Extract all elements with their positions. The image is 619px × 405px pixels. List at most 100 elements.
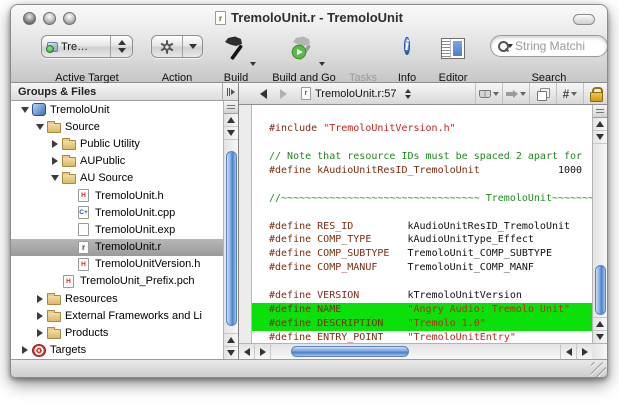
code-line[interactable]: #define RES_ID kAudioUnitResID_TremoloUn… — [252, 220, 592, 234]
code-line[interactable]: #define COMP_TYPE kAudioUnitType_Effect — [252, 233, 592, 247]
columns-toggle-icon[interactable] — [222, 83, 238, 100]
code-line[interactable]: //~~~~~~~~~~~~~~~~~~~~~~~~~~~~~~~~~ Trem… — [252, 192, 592, 206]
code-line[interactable] — [252, 275, 592, 289]
code-line[interactable] — [252, 136, 592, 150]
editor-scroll-up-bottom[interactable] — [593, 317, 607, 330]
resize-grip[interactable] — [591, 362, 606, 377]
sidebar-scrollbar[interactable] — [223, 101, 238, 359]
search-icon — [497, 40, 506, 53]
code-area[interactable]: #include <AudioUnit/AudioUnit.r> #includ… — [252, 105, 592, 343]
code-line[interactable] — [252, 108, 592, 122]
search-field[interactable] — [490, 35, 608, 57]
toolbar-pill-button[interactable] — [573, 14, 595, 25]
sidebar-scroll-up[interactable] — [224, 114, 238, 127]
hscroll-right[interactable] — [255, 344, 271, 359]
code-line[interactable]: #define NAME "Angry Audio: Tremolo Unit" — [252, 303, 592, 317]
sidebar-scroll-up-bottom[interactable] — [224, 333, 238, 346]
code-line[interactable] — [252, 178, 592, 192]
line-stepper[interactable] — [405, 89, 411, 99]
history-forward-button[interactable] — [273, 86, 293, 102]
editor-scroll-up[interactable] — [593, 118, 607, 131]
disclosure-triangle[interactable] — [34, 329, 46, 337]
hscroll-thumb[interactable] — [291, 346, 409, 357]
tree-row-source[interactable]: Source — [11, 118, 223, 135]
tree-row-products[interactable]: Products — [11, 324, 223, 341]
build-and-go-menu-arrow[interactable] — [319, 62, 325, 66]
disclosure-triangle[interactable] — [34, 312, 46, 320]
editor-button[interactable] — [441, 35, 465, 59]
tree-row-external-frameworks-and-li[interactable]: External Frameworks and Li — [11, 307, 223, 324]
tree-row-tremolounit-r[interactable]: rTremoloUnit.r — [11, 239, 223, 256]
breakpoints-popup[interactable] — [502, 83, 529, 104]
code-line[interactable]: #define kAudioUnitResID_TremoloUnit 1000 — [252, 164, 592, 178]
build-and-go-button[interactable] — [289, 35, 319, 68]
code-line[interactable]: #define COMP_SUBTYPE TremoloUnit_COMP_SU… — [252, 247, 592, 261]
code-line[interactable]: #define VERSION kTremoloUnitVersion — [252, 289, 592, 303]
active-target-popup[interactable]: Tre… — [41, 35, 133, 58]
code-line[interactable] — [252, 206, 592, 220]
info-button[interactable]: i — [404, 35, 410, 57]
code-line[interactable]: // Note that resource IDs must be spaced… — [252, 150, 592, 164]
editor-scrollbar[interactable] — [592, 105, 607, 343]
tree-row-label: External Frameworks and Li — [65, 310, 202, 322]
tree-row-label: Targets — [50, 344, 86, 356]
action-button[interactable] — [151, 35, 203, 58]
active-target-stepper[interactable] — [110, 36, 132, 57]
build-and-go-item: Build and Go — [287, 35, 321, 68]
sidebar-scroll-down[interactable] — [224, 127, 238, 140]
action-menu-arrow[interactable] — [182, 36, 202, 57]
file-h-icon: H — [77, 189, 91, 202]
code-line[interactable]: #include "TremoloUnitVersion.h" — [252, 122, 592, 136]
code-line[interactable]: #define COMP_MANUF TremoloUnit_COMP_MANF — [252, 261, 592, 275]
editor-scroll-down[interactable] — [593, 131, 607, 144]
tree-row-tremolounitversion-h[interactable]: HTremoloUnitVersion.h — [11, 256, 223, 273]
counterpart-button[interactable] — [529, 83, 556, 104]
sidebar-split-control[interactable] — [224, 101, 238, 114]
titlebar[interactable]: r TremoloUnit.r - TremoloUnit — [11, 5, 607, 31]
tree-row-resources[interactable]: Resources — [11, 290, 223, 307]
search-item: Search — [490, 35, 608, 57]
tree-row-tremolounit-cpp[interactable]: C+TremoloUnit.cpp — [11, 204, 223, 221]
disclosure-triangle[interactable] — [34, 124, 46, 130]
tree-row-tremolounit-prefix-pch[interactable]: HTremoloUnit_Prefix.pch — [11, 273, 223, 290]
editor-scroll-thumb[interactable] — [595, 265, 606, 315]
search-input[interactable] — [515, 39, 601, 53]
tree-row-tremolounit-exp[interactable]: TremoloUnit.exp — [11, 221, 223, 238]
build-button[interactable] — [222, 35, 250, 68]
editor-scroll-down-bottom[interactable] — [593, 330, 607, 343]
disclosure-triangle[interactable] — [49, 175, 61, 181]
build-menu-arrow[interactable] — [250, 62, 256, 66]
tree-row-targets[interactable]: Targets — [11, 342, 223, 359]
disclosure-triangle[interactable] — [49, 140, 61, 148]
navbar-file-label: TremoloUnit.r:57 — [315, 88, 397, 100]
history-back-button[interactable] — [253, 86, 273, 102]
tree-row-tremolounit-h[interactable]: HTremoloUnit.h — [11, 187, 223, 204]
line-number-popup[interactable]: # — [556, 83, 583, 104]
sidebar-header: Groups & Files — [11, 83, 238, 101]
tree-row-aupublic[interactable]: AUPublic — [11, 153, 223, 170]
file-history-popup[interactable]: r TremoloUnit.r:57 — [301, 87, 397, 100]
lock-button[interactable] — [583, 83, 607, 104]
folder-icon — [47, 295, 61, 305]
disclosure-triangle[interactable] — [19, 107, 31, 113]
disclosure-triangle[interactable] — [19, 346, 31, 354]
tree-row-public-utility[interactable]: Public Utility — [11, 135, 223, 152]
functions-popup[interactable] — [475, 83, 502, 104]
tree-row-label: Products — [65, 327, 108, 339]
disclosure-triangle[interactable] — [34, 295, 46, 303]
hscroll-right-end[interactable] — [576, 344, 592, 359]
hscroll-left-end[interactable] — [560, 344, 576, 359]
code-line[interactable]: #define ENTRY_POINT "TremoloUnitEntry" — [252, 331, 592, 343]
disclosure-triangle[interactable] — [49, 157, 61, 165]
window-bottom-bar — [11, 359, 607, 378]
tree-row-au-source[interactable]: AU Source — [11, 170, 223, 187]
sidebar-scroll-thumb[interactable] — [226, 151, 237, 326]
code-line[interactable]: #define DESCRIPTION "Tremolo 1.0" — [252, 317, 592, 331]
tree-row-tremolounit[interactable]: TremoloUnit — [11, 101, 223, 118]
window-chrome: r TremoloUnit.r - TremoloUnit Tre… Activ… — [11, 5, 607, 83]
sidebar-scroll-down-bottom[interactable] — [224, 346, 238, 359]
editor-hscrollbar[interactable] — [239, 343, 592, 359]
hscroll-left[interactable] — [239, 344, 255, 359]
document-proxy-icon[interactable]: r — [215, 11, 226, 25]
editor-split-control[interactable] — [593, 105, 607, 118]
